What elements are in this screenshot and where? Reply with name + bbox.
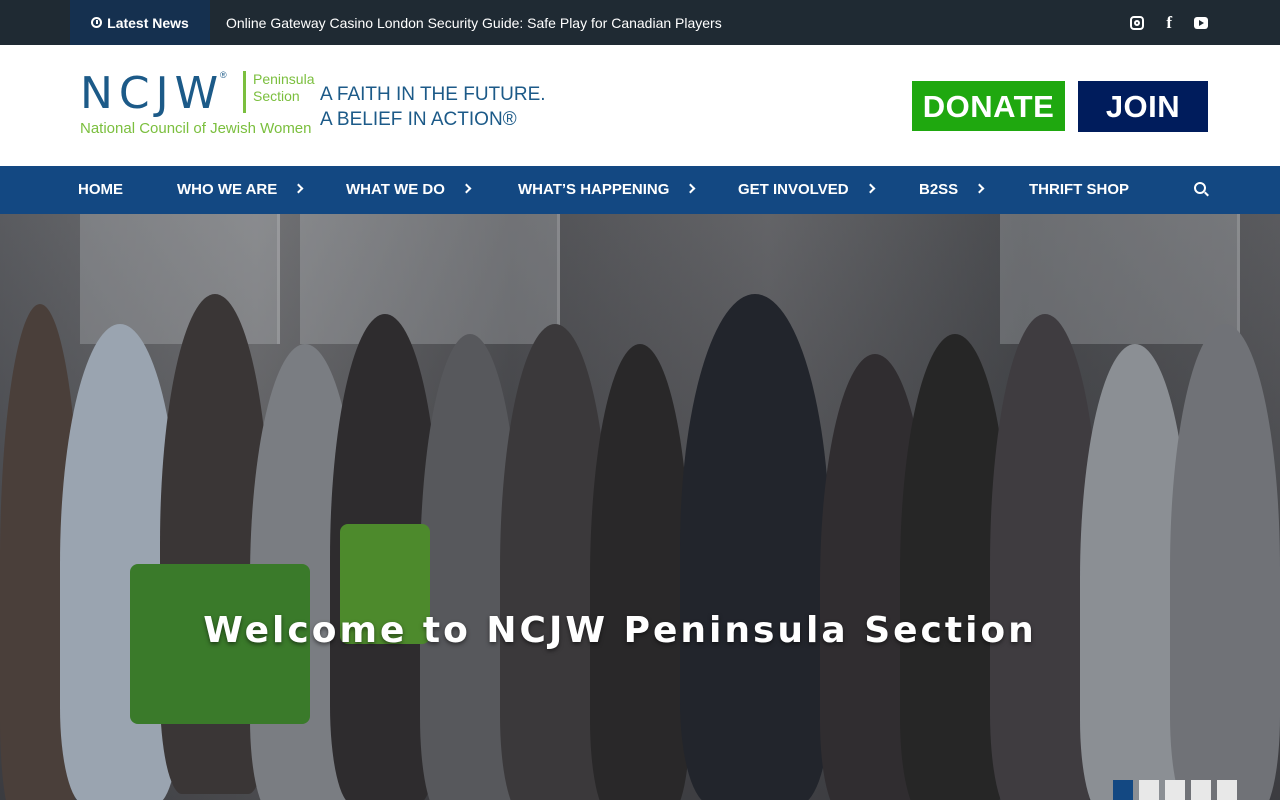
- group-photo-crowd: [0, 274, 1280, 800]
- join-button[interactable]: JOIN: [1078, 81, 1208, 132]
- nav-label: THRIFT SHOP: [1029, 181, 1129, 198]
- nav-label: WHAT’S HAPPENING: [518, 181, 670, 198]
- hero-slider: Welcome to NCJW Peninsula Section: [0, 214, 1280, 800]
- logo-section-name: Peninsula Section: [253, 71, 315, 104]
- slider-dot-2[interactable]: [1139, 780, 1159, 800]
- chevron-down-icon: [974, 183, 985, 194]
- search-icon[interactable]: [1194, 182, 1206, 194]
- social-links: f: [1130, 0, 1208, 45]
- chevron-down-icon: [865, 183, 876, 194]
- nav-item-whats-happening[interactable]: WHAT’S HAPPENING: [518, 166, 696, 214]
- slider-dot-5[interactable]: [1217, 780, 1237, 800]
- nav-item-who-we-are[interactable]: WHO WE ARE: [177, 166, 304, 214]
- nav-item-get-involved[interactable]: GET INVOLVED: [738, 166, 876, 214]
- youtube-icon[interactable]: [1194, 16, 1208, 29]
- slider-pagination: [1113, 780, 1237, 800]
- main-nav: HOME WHO WE ARE WHAT WE DO WHAT’S HAPPEN…: [0, 166, 1280, 214]
- slider-dot-3[interactable]: [1165, 780, 1185, 800]
- nav-item-b2ss[interactable]: B2SS: [919, 166, 985, 214]
- slider-dot-4[interactable]: [1191, 780, 1211, 800]
- clock-icon: [91, 17, 103, 28]
- nav-label: WHAT WE DO: [346, 181, 445, 198]
- logo-tagline: A FAITH IN THE FUTURE. A BELIEF IN ACTIO…: [320, 82, 546, 132]
- logo-council-name: National Council of Jewish Women: [80, 120, 312, 137]
- chevron-down-icon: [461, 183, 472, 194]
- nav-label: GET INVOLVED: [738, 181, 849, 198]
- nav-label: WHO WE ARE: [177, 181, 278, 198]
- tagline-line-2: A BELIEF IN ACTION®: [320, 109, 517, 130]
- logo-registered-mark: ®: [220, 70, 227, 80]
- latest-news-badge: Latest News: [70, 0, 210, 45]
- chevron-down-icon: [293, 183, 304, 194]
- hero-title-text: Welcome to NCJW Peninsula Section: [203, 610, 1037, 651]
- nav-label: B2SS: [919, 181, 959, 198]
- slider-dot-1[interactable]: [1113, 780, 1133, 800]
- nav-label: HOME: [78, 181, 123, 198]
- instagram-icon[interactable]: [1130, 15, 1145, 30]
- latest-news-label: Latest News: [107, 14, 189, 31]
- nav-item-home[interactable]: HOME: [78, 166, 123, 214]
- news-headline-link[interactable]: Online Gateway Casino London Security Gu…: [226, 0, 722, 45]
- site-header: NCJW ® Peninsula Section National Counci…: [0, 45, 1280, 166]
- logo-letters: NCJW: [80, 68, 225, 119]
- nav-item-what-we-do[interactable]: WHAT WE DO: [346, 166, 472, 214]
- tagline-line-1: A FAITH IN THE FUTURE.: [320, 84, 546, 105]
- facebook-icon[interactable]: f: [1166, 13, 1172, 33]
- hero-title: Welcome to NCJW Peninsula Section: [0, 610, 1280, 651]
- ncjw-logo[interactable]: NCJW ® Peninsula Section National Counci…: [80, 68, 546, 142]
- logo-divider: [243, 71, 246, 113]
- chevron-down-icon: [685, 183, 696, 194]
- top-bar: Latest News Online Gateway Casino London…: [0, 0, 1280, 45]
- nav-item-thrift-shop[interactable]: THRIFT SHOP: [1029, 166, 1129, 214]
- donate-button[interactable]: DONATE: [912, 81, 1065, 131]
